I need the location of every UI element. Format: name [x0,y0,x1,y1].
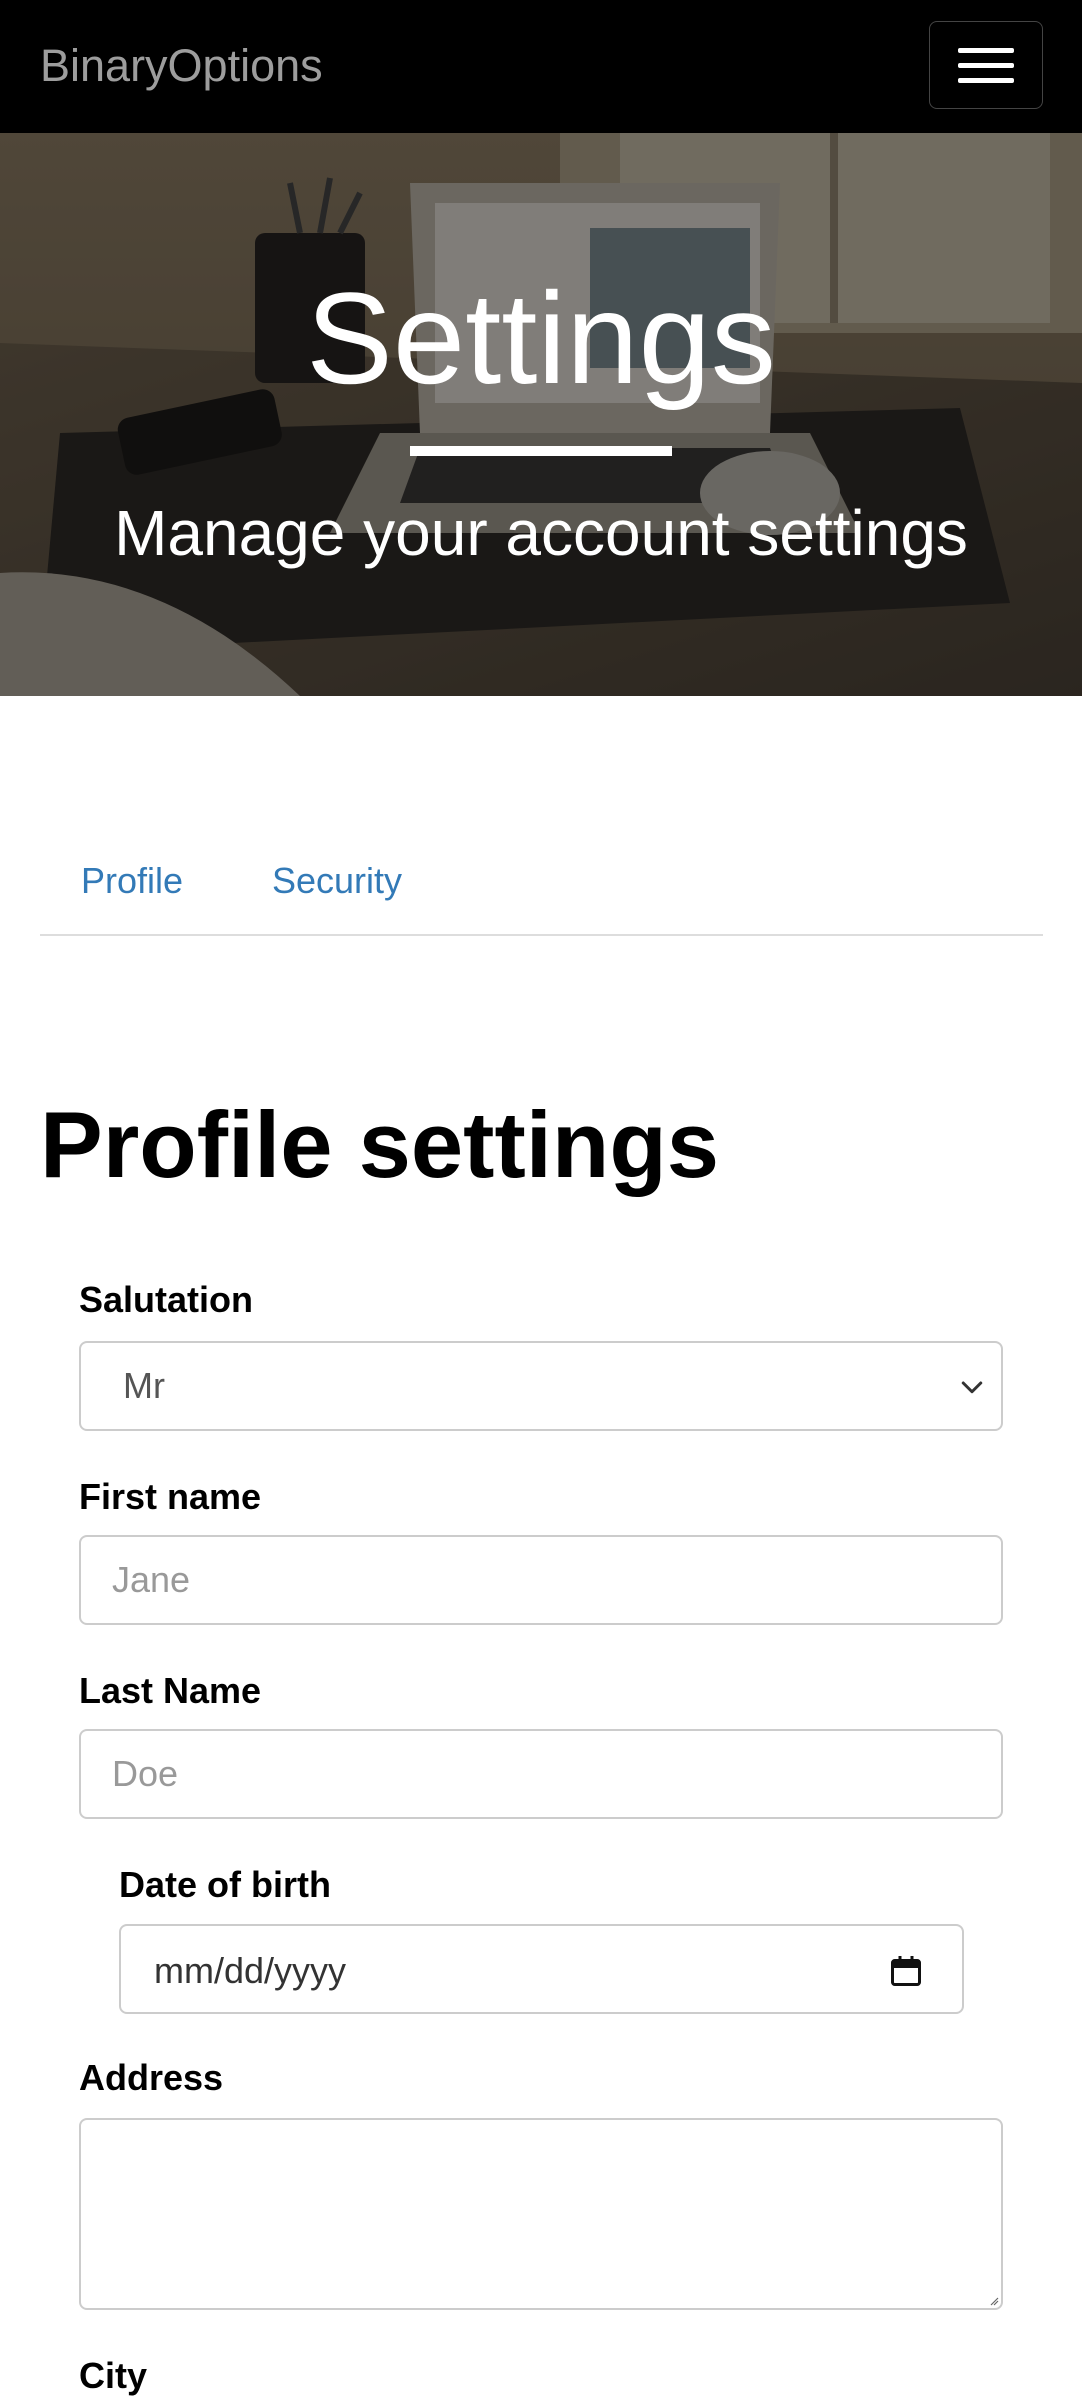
last-name-label: Last Name [79,1670,262,1711]
salutation-select[interactable]: Mr [79,1341,1003,1431]
calendar-icon[interactable] [888,1952,924,1990]
navbar: BinaryOptions [0,0,1082,133]
date-of-birth-value: mm/dd/yyyy [154,1950,347,1991]
tab-security[interactable]: Security [272,858,402,904]
menu-toggle-button[interactable] [929,21,1043,109]
address-label: Address [79,2057,224,2098]
settings-tabs: Profile Security [40,820,1043,936]
page-subtitle: Manage your account settings [114,497,968,569]
brand-link[interactable]: BinaryOptions [40,36,323,96]
first-name-input[interactable] [79,1535,1003,1625]
chevron-down-icon [961,1381,983,1394]
salutation-label: Salutation [79,1279,254,1320]
tab-profile[interactable]: Profile [81,858,183,904]
city-label: City [79,2355,148,2396]
salutation-value: Mr [123,1365,165,1406]
page-title: Settings [306,265,776,411]
profile-settings-heading: Profile settings [40,1092,720,1197]
first-name-label: First name [79,1476,262,1517]
title-divider [410,446,672,456]
date-of-birth-label: Date of birth [119,1864,331,1905]
hero-banner: Settings Manage your account settings [0,133,1082,696]
resize-grip-icon[interactable] [989,2296,999,2306]
last-name-input[interactable] [79,1729,1003,1819]
date-of-birth-input[interactable]: mm/dd/yyyy [119,1924,964,2014]
address-textarea[interactable] [79,2118,1003,2310]
